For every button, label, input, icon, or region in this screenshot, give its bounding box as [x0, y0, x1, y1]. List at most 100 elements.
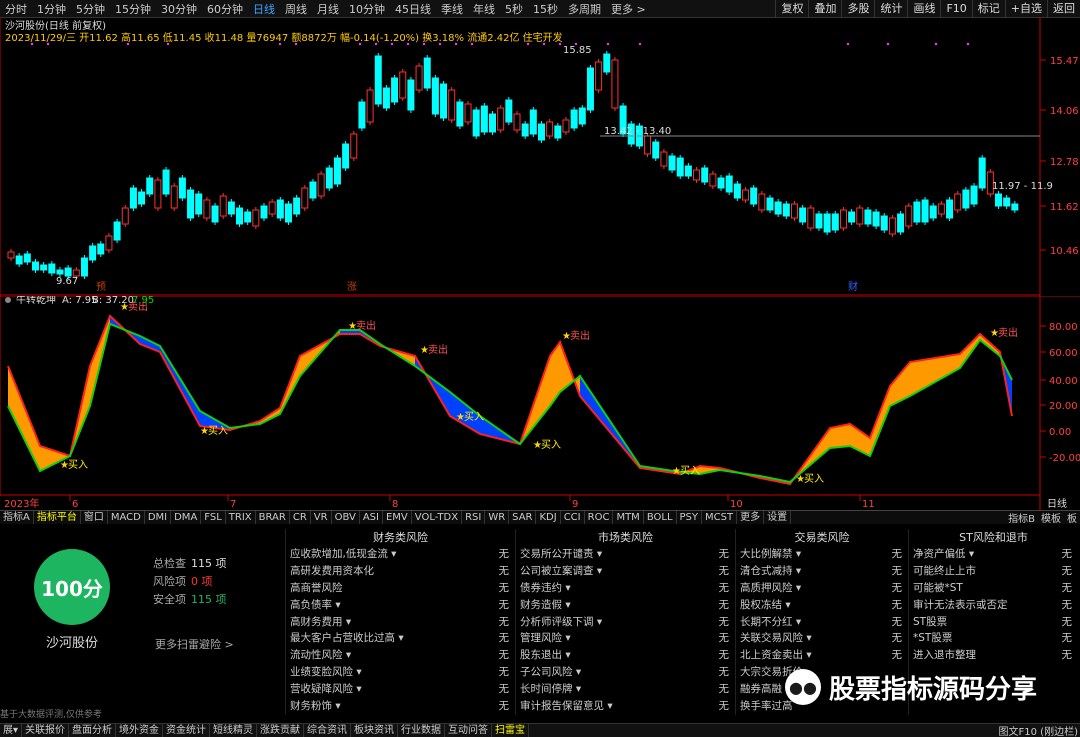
bottom-tab[interactable]: 关联报价 — [22, 724, 70, 737]
risk-item[interactable]: 管理风险 ▾ 无 — [516, 630, 735, 647]
risk-item[interactable]: 最大客户占营收比过高 ▾ 无 — [286, 630, 515, 647]
timeframe-tab[interactable]: 45日线 — [390, 1, 436, 17]
indicator-chart[interactable]: 80.0060.0040.0020.000.00-20.00牛转乾坤 A: 7.9… — [0, 296, 1080, 510]
risk-item[interactable]: 长期不分红 ▾ 无 — [736, 614, 908, 631]
indicator-tab[interactable]: BRAR — [256, 511, 290, 524]
indicator-tab[interactable]: RSI — [462, 511, 486, 524]
risk-item[interactable]: 审计无法表示或否定 无 — [909, 597, 1078, 614]
timeframe-tab[interactable]: 季线 — [436, 1, 468, 17]
risk-item[interactable]: 财务粉饰 ▾ 无 — [286, 698, 515, 715]
indicator-tab[interactable]: MTM — [613, 511, 644, 524]
indicator-tab[interactable]: KDJ — [536, 511, 561, 524]
bottom-tab[interactable]: 资金统计 — [163, 724, 211, 737]
risk-item[interactable]: 交易所公开谴责 ▾ 无 — [516, 546, 735, 563]
timeframe-tab[interactable]: 多周期 — [563, 1, 606, 17]
bottom-tab[interactable]: 互动问答 — [445, 724, 493, 737]
risk-item[interactable]: 高负债率 ▾ 无 — [286, 597, 515, 614]
bottom-tab[interactable]: 综合资讯 — [304, 724, 352, 737]
indicator-tab[interactable]: 设置 — [764, 511, 792, 524]
risk-item[interactable]: 股权冻结 ▾ 无 — [736, 597, 908, 614]
tool-button[interactable]: 叠加 — [808, 0, 841, 18]
risk-item[interactable]: 分析师评级下调 ▾ 无 — [516, 614, 735, 631]
indicator-tab[interactable]: MCST — [702, 511, 738, 524]
timeframe-tab[interactable]: 15秒 — [528, 1, 563, 17]
timeframe-tab[interactable]: 30分钟 — [156, 1, 202, 17]
indicator-tab[interactable]: PSY — [677, 511, 703, 524]
timeframe-tab[interactable]: 10分钟 — [344, 1, 390, 17]
risk-item[interactable]: 可能被*ST 无 — [909, 580, 1078, 597]
timeframe-tab[interactable]: 15分钟 — [110, 1, 156, 17]
risk-item[interactable]: 债券违约 ▾ 无 — [516, 580, 735, 597]
indicator-tab[interactable]: 窗口 — [81, 511, 108, 524]
risk-item[interactable]: 高财务费用 ▾ 无 — [286, 614, 515, 631]
bottom-tab[interactable]: 盘面分析 — [69, 724, 117, 737]
indicator-tab[interactable]: 更多 — [737, 511, 765, 524]
indicator-tab[interactable]: BOLL — [644, 511, 677, 524]
indicator-tab[interactable]: VR — [311, 511, 332, 524]
indicator-tab[interactable]: VOL-TDX — [412, 511, 463, 524]
risk-item[interactable]: ST股票 无 — [909, 614, 1078, 631]
timeframe-tab[interactable]: 5秒 — [500, 1, 528, 17]
indicator-tab[interactable]: DMI — [145, 511, 172, 524]
risk-item[interactable]: 股东退出 ▾ 无 — [516, 647, 735, 664]
indicator-tab[interactable]: MACD — [108, 511, 145, 524]
tool-button[interactable]: +自选 — [1004, 0, 1047, 18]
indicator-tab[interactable]: 指标平台 — [34, 511, 81, 524]
tool-button[interactable]: 复权 — [775, 0, 808, 18]
risk-item[interactable]: 高研发费用资本化 无 — [286, 563, 515, 580]
timeframe-tab[interactable]: 5分钟 — [71, 1, 110, 17]
risk-item[interactable]: 子公司风险 ▾ 无 — [516, 664, 735, 681]
risk-item[interactable]: 业绩变脸风险 ▾ 无 — [286, 664, 515, 681]
indicator-tab[interactable]: CCI — [561, 511, 585, 524]
risk-item[interactable]: 长时间停牌 ▾ 无 — [516, 681, 735, 698]
risk-item[interactable]: 高质押风险 ▾ 无 — [736, 580, 908, 597]
bottom-tab[interactable]: 展▾ — [0, 724, 23, 737]
tool-button[interactable]: F10 — [940, 0, 971, 18]
tool-button[interactable]: 返回 — [1047, 0, 1080, 18]
tool-button[interactable]: 统计 — [874, 0, 907, 18]
risk-item[interactable]: 财务造假 ▾ 无 — [516, 597, 735, 614]
timeframe-tab[interactable]: 周线 — [280, 1, 312, 17]
indicator-tab[interactable]: OBV — [332, 511, 360, 524]
timeframe-tab[interactable]: 年线 — [468, 1, 500, 17]
bottom-tab[interactable]: 短线精灵 — [210, 724, 258, 737]
risk-item[interactable]: *ST股票 无 — [909, 630, 1078, 647]
bottom-tab[interactable]: 扫雷宝 — [492, 724, 530, 737]
candlestick-chart[interactable]: 15.47 14.06 12.78 11.62 10.46 沙河股份(日线 前复权)202… — [0, 18, 1080, 296]
timeframe-tab[interactable]: 日线 — [248, 1, 280, 17]
indicator-tab[interactable]: TRIX — [226, 511, 256, 524]
risk-item[interactable]: 北上资金卖出 ▾ 无 — [736, 647, 908, 664]
indicator-tab[interactable]: ASI — [360, 511, 383, 524]
tool-button[interactable]: 画线 — [907, 0, 940, 18]
bottom-tab[interactable]: 板块资讯 — [351, 724, 399, 737]
indicator-tab-right[interactable]: 指标B — [1005, 510, 1038, 525]
bottom-tab[interactable]: 行业数据 — [398, 724, 446, 737]
timeframe-tab[interactable]: 更多 > — [606, 1, 651, 17]
timeframe-tab[interactable]: 月线 — [312, 1, 344, 17]
indicator-tab[interactable]: 指标A — [0, 511, 34, 524]
indicator-tab[interactable]: EMV — [383, 511, 412, 524]
risk-item[interactable]: 应收款增加,低现金流 ▾ 无 — [286, 546, 515, 563]
risk-item[interactable]: 大比例解禁 ▾ 无 — [736, 546, 908, 563]
bottom-tab[interactable]: 境外资金 — [116, 724, 164, 737]
indicator-tab[interactable]: DMA — [171, 511, 202, 524]
risk-item[interactable]: 进入退市整理 无 — [909, 647, 1078, 664]
risk-item[interactable]: 公司被立案调查 ▾ 无 — [516, 563, 735, 580]
timeframe-tab[interactable]: 1分钟 — [32, 1, 71, 17]
indicator-tab-right[interactable]: 板 — [1064, 510, 1080, 525]
indicator-tab[interactable]: WR — [485, 511, 510, 524]
risk-item[interactable]: 可能终止上市 无 — [909, 563, 1078, 580]
bottom-tab[interactable]: 涨跌贡献 — [257, 724, 305, 737]
more-scan-link[interactable]: 更多扫雷避险 > — [155, 636, 234, 652]
timeframe-tab[interactable]: 分时 — [0, 1, 32, 17]
indicator-tab[interactable]: ROC — [585, 511, 614, 524]
risk-item[interactable]: 营收疑降风险 ▾ 无 — [286, 681, 515, 698]
timeframe-tab[interactable]: 60分钟 — [202, 1, 248, 17]
tool-button[interactable]: 标记 — [971, 0, 1005, 18]
risk-item[interactable]: 流动性风险 ▾ 无 — [286, 647, 515, 664]
bottom-right-link[interactable]: 图文F10 (刚边栏) — [999, 723, 1078, 737]
risk-item[interactable]: 清仓式减持 ▾ 无 — [736, 563, 908, 580]
indicator-tab-right[interactable]: 模板 — [1038, 510, 1064, 525]
tool-button[interactable]: 多股 — [841, 0, 874, 18]
risk-item[interactable]: 审计报告保留意见 ▾ 无 — [516, 698, 735, 715]
